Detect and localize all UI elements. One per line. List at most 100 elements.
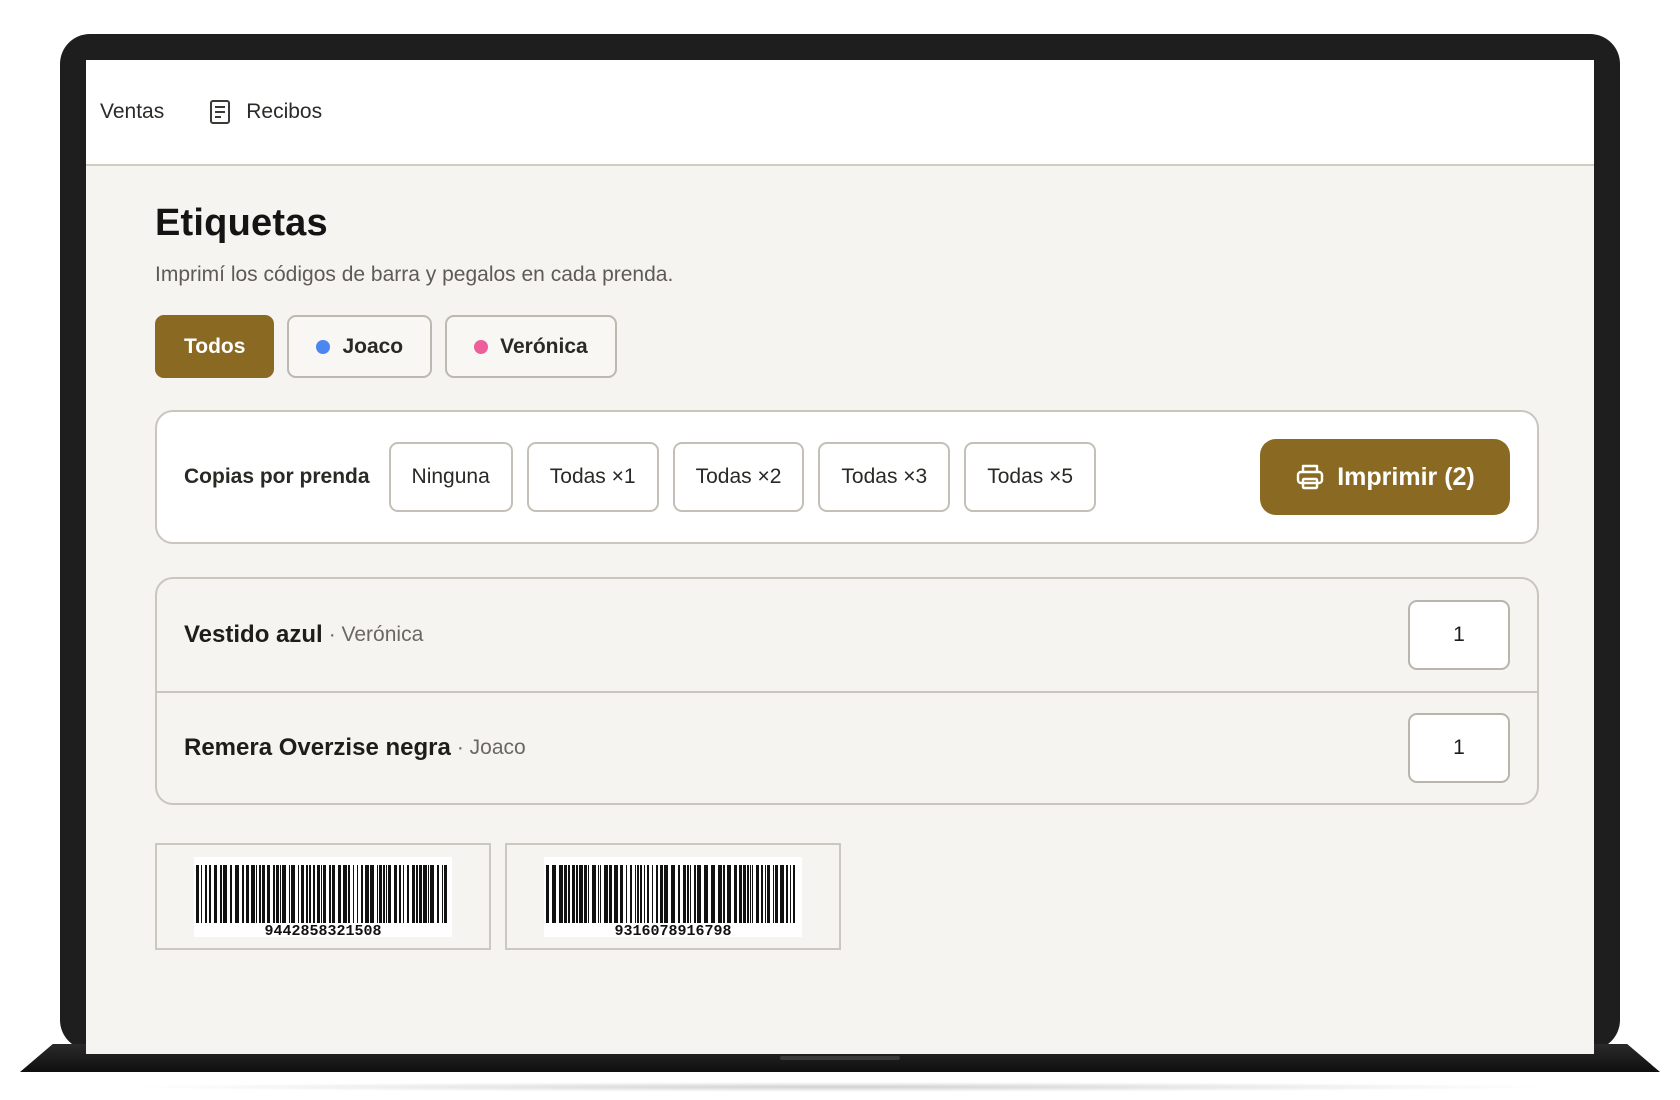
- barcode-bar: [756, 864, 759, 923]
- nav-recibos[interactable]: Recibos: [208, 99, 322, 125]
- seller-filters: Todos Joaco Verónica: [155, 315, 1594, 378]
- barcode-bar: [739, 864, 742, 923]
- barcode-bar: [386, 864, 387, 923]
- barcode-bar: [267, 864, 270, 923]
- barcode-bar: [584, 864, 587, 923]
- filter-todos-label: Todos: [184, 334, 246, 358]
- laptop-shadow: [120, 1082, 1560, 1092]
- item-name: Vestido azul: [184, 621, 323, 648]
- print-button[interactable]: Imprimir (2): [1260, 439, 1510, 515]
- barcode-bar: [383, 864, 385, 923]
- quantity-input[interactable]: [1408, 713, 1510, 783]
- copies-panel: Copias por prenda Ninguna Todas ×1 Todas…: [155, 410, 1539, 544]
- barcode: 9442858321508: [194, 856, 452, 940]
- copies-x3-button[interactable]: Todas ×3: [818, 442, 951, 512]
- barcode-bar: [306, 864, 308, 923]
- barcode-bar: [365, 864, 369, 923]
- barcode-bar: [412, 864, 415, 923]
- printer-icon: [1297, 464, 1324, 490]
- barcode-bar: [361, 864, 363, 923]
- barcode-bar: [343, 864, 347, 923]
- barcode-bar: [552, 864, 556, 923]
- barcode-bar: [428, 864, 429, 923]
- barcode-bar: [780, 864, 784, 923]
- barcode-bar: [329, 864, 331, 923]
- nav-ventas-label: Ventas: [100, 100, 165, 123]
- copies-x5-button[interactable]: Todas ×5: [964, 442, 1097, 512]
- filter-joaco[interactable]: Joaco: [287, 315, 433, 378]
- barcode-bar: [564, 864, 567, 923]
- barcode-number: 9316078916798: [614, 922, 732, 940]
- list-item: Remera Overzise negra · Joaco: [157, 691, 1537, 803]
- filter-todos[interactable]: Todos: [155, 315, 275, 378]
- blue-dot-icon: [316, 339, 331, 354]
- items-list: Vestido azul · Verónica Remera Overzise …: [155, 577, 1539, 805]
- quantity-input[interactable]: [1408, 600, 1510, 670]
- barcode-bar: [251, 864, 255, 923]
- copies-label: Copias por prenda: [184, 465, 370, 488]
- barcode-bar: [246, 864, 249, 923]
- barcode-bar: [704, 864, 708, 923]
- barcode-bar: [727, 864, 731, 923]
- barcode-bar: [437, 864, 439, 923]
- barcode-bar: [419, 864, 422, 923]
- barcode-bar: [604, 864, 608, 923]
- list-item: Vestido azul · Verónica: [157, 579, 1537, 691]
- barcode-bar: [588, 864, 589, 923]
- barcode-bar: [317, 864, 320, 923]
- item-owner: · Joaco: [456, 736, 526, 759]
- barcode-label: 9316078916798: [505, 843, 841, 950]
- barcode-number: 9442858321508: [264, 922, 382, 940]
- copies-x1-button[interactable]: Todas ×1: [526, 442, 659, 512]
- barcode-bar: [291, 864, 295, 923]
- barcode-bar: [262, 864, 265, 923]
- print-button-label: Imprimir (2): [1337, 462, 1475, 491]
- main-content: Etiquetas Imprimí los códigos de barra y…: [86, 166, 1594, 950]
- label-preview: 9442858321508 9316078916798: [155, 843, 1594, 950]
- barcode-bar: [209, 864, 211, 923]
- barcode-bar: [353, 864, 354, 923]
- copies-x2-button[interactable]: Todas ×2: [672, 442, 805, 512]
- barcode-bar: [572, 864, 575, 923]
- nav-ventas[interactable]: Ventas: [100, 100, 164, 124]
- receipt-icon: [210, 100, 231, 124]
- page-subtitle: Imprimí los códigos de barra y pegalos e…: [155, 263, 674, 286]
- app-screen: Ventas Recibos Etiquetas Imprimí los cód…: [86, 60, 1594, 1054]
- barcode-bar: [750, 864, 751, 923]
- barcode-bar: [734, 864, 737, 923]
- barcode-bar: [743, 864, 746, 923]
- barcode-bar: [765, 864, 766, 923]
- barcode-bar: [394, 864, 397, 923]
- barcode-bar: [598, 864, 599, 923]
- barcode-bar: [423, 864, 427, 923]
- barcode-bar: [230, 864, 232, 923]
- barcode-bar: [309, 864, 311, 923]
- barcode-bar: [205, 864, 207, 923]
- barcode-bar: [259, 864, 261, 923]
- barcode-bar: [546, 864, 549, 923]
- barcode-bar: [223, 864, 227, 923]
- barcode-bar: [660, 864, 663, 923]
- barcode-bar: [761, 864, 763, 923]
- barcode-bar: [235, 864, 239, 923]
- barcode-bar: [690, 864, 691, 923]
- barcode-bar: [711, 864, 715, 923]
- barcode-bar: [752, 864, 753, 923]
- barcode-bar: [620, 864, 623, 923]
- barcode-bar: [678, 864, 680, 923]
- page-title: Etiquetas: [155, 202, 328, 244]
- copies-none-button[interactable]: Ninguna: [388, 442, 513, 512]
- barcode-bar: [687, 864, 689, 923]
- barcode-bar: [775, 864, 778, 923]
- filter-veronica[interactable]: Verónica: [445, 315, 617, 378]
- barcode-bar: [323, 864, 326, 923]
- barcode-bar: [280, 864, 281, 923]
- barcode-bar: [338, 864, 341, 923]
- laptop-notch: [780, 1056, 900, 1060]
- barcode-bar: [196, 864, 199, 923]
- barcode-bar: [321, 864, 322, 923]
- barcode-bar: [220, 864, 222, 923]
- barcode-bar: [786, 864, 788, 923]
- barcode-bar: [576, 864, 578, 923]
- filter-joaco-label: Joaco: [342, 334, 404, 358]
